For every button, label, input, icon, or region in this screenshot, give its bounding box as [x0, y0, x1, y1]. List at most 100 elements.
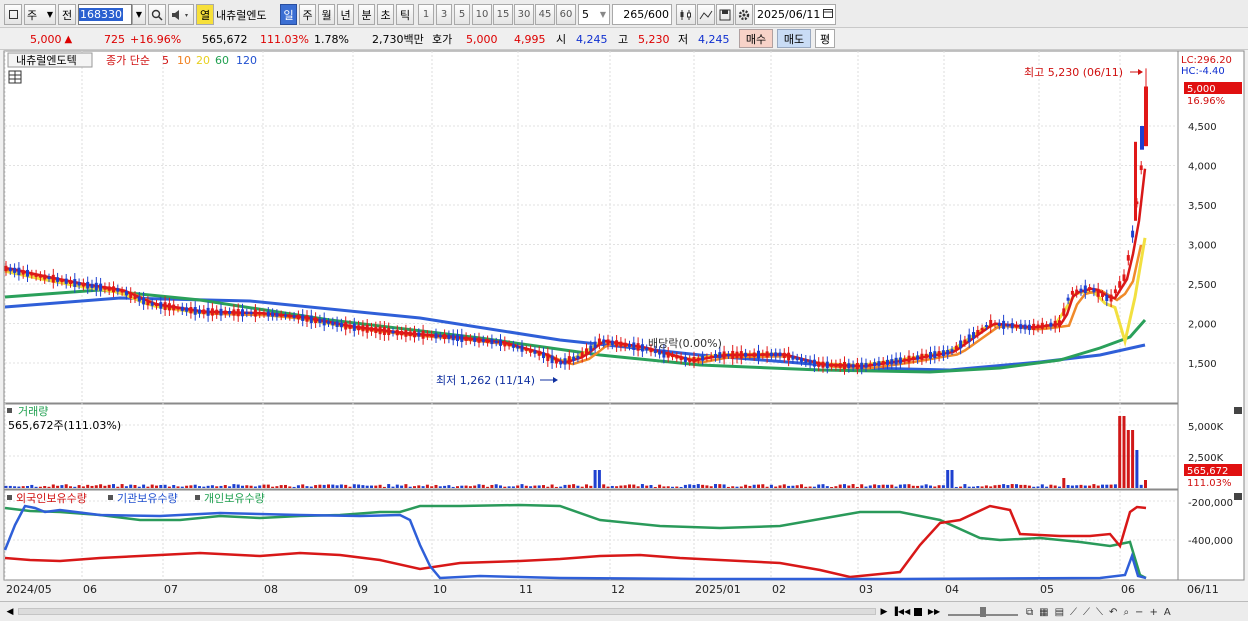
trendline-icon[interactable]	[697, 4, 715, 25]
zoom-slider[interactable]	[948, 604, 1018, 619]
volume-pane-close-icon[interactable]	[1234, 407, 1242, 414]
search-icon[interactable]	[148, 4, 166, 25]
scrollbar-track[interactable]	[18, 608, 876, 615]
magnify-icon[interactable]: ⌕	[1123, 607, 1129, 618]
open-label: 시	[556, 30, 566, 48]
period-tick-button[interactable]: 틱	[396, 4, 414, 25]
period-minute-button[interactable]: 분	[358, 4, 375, 25]
scroll-right-icon[interactable]: ▶	[877, 604, 891, 619]
volume-bar	[731, 486, 735, 488]
candle-type-icon[interactable]	[676, 4, 696, 25]
candle-body	[451, 334, 455, 341]
volume-bar	[34, 486, 38, 488]
candle-body	[284, 314, 287, 317]
volume-bar	[782, 484, 786, 488]
count-input[interactable]: 265/600	[612, 4, 672, 25]
volume-pane[interactable]	[3, 403, 1179, 490]
zoom-out-icon[interactable]: −	[1135, 607, 1143, 618]
candle-body	[800, 357, 803, 362]
candle-body	[563, 358, 567, 365]
candle-body	[1105, 294, 1109, 302]
candle-body	[954, 345, 958, 350]
interval-button-60[interactable]: 60	[556, 4, 576, 25]
buy-button[interactable]: 매수	[739, 29, 773, 48]
period-day-button[interactable]: 일	[280, 4, 297, 25]
candle-body	[524, 348, 528, 351]
candle-body	[305, 315, 309, 322]
interval-button-5[interactable]: 5	[454, 4, 470, 25]
text-tool-icon[interactable]: A	[1164, 607, 1171, 618]
sell-button[interactable]: 매도	[777, 29, 811, 48]
volume-bar	[1036, 486, 1040, 488]
grid-icon[interactable]: ▦	[1039, 607, 1048, 618]
fast-forward-icon[interactable]: ▶▶	[927, 604, 941, 619]
erase-icon[interactable]: ⟍	[1096, 607, 1103, 618]
candle-body	[395, 329, 399, 336]
save-icon[interactable]	[716, 4, 734, 25]
high-label: 고	[618, 30, 628, 48]
holding-pane-close-icon[interactable]	[1234, 493, 1242, 500]
volume-bar	[821, 484, 825, 488]
interval-button-3[interactable]: 3	[436, 4, 452, 25]
interval-button-1[interactable]: 1	[418, 4, 434, 25]
rewind-icon[interactable]: ▐◀◀	[892, 604, 910, 619]
holding-pane[interactable]	[3, 489, 1179, 581]
date-input[interactable]: 2025/06/11	[754, 4, 836, 25]
code-dropdown-icon[interactable]: ▼	[132, 4, 146, 25]
eval-button[interactable]: 평	[815, 29, 835, 48]
open-button[interactable]: 열	[196, 4, 214, 25]
candle-body	[94, 282, 98, 291]
volume-bar	[967, 486, 971, 488]
gear-icon[interactable]	[735, 4, 753, 25]
interval-select[interactable]: 5 ▼	[578, 4, 610, 25]
interval-button-10[interactable]: 10	[472, 4, 492, 25]
line-tool-icon[interactable]: ⟋	[1070, 607, 1077, 618]
interval-button-30[interactable]: 30	[514, 4, 534, 25]
candle-body	[382, 327, 386, 335]
volume-bar	[765, 486, 769, 488]
ma-label-120: 120	[236, 54, 257, 67]
scroll-left-icon[interactable]: ◀	[3, 604, 17, 619]
calendar-icon[interactable]	[823, 8, 833, 21]
candle-body	[387, 328, 391, 336]
candle-body	[107, 286, 111, 291]
candle-body	[279, 313, 283, 317]
chart-area[interactable]: 내츄럴엔도텍 종가 단순 5 10 20 60 120 최고 5,230 (06…	[0, 50, 1248, 602]
period-second-button[interactable]: 초	[377, 4, 394, 25]
market-select[interactable]: 주 ▼	[24, 4, 56, 25]
candle-body	[1134, 141, 1137, 221]
candle-body	[318, 318, 322, 324]
volume-bar	[774, 486, 778, 488]
candle-body	[327, 321, 330, 324]
interval-button-45[interactable]: 45	[535, 4, 555, 25]
prev-button[interactable]: 전	[58, 4, 76, 25]
candle-body	[1139, 165, 1143, 171]
volume-bar	[137, 486, 141, 488]
zoom-in-icon[interactable]: +	[1149, 607, 1157, 618]
candle-body	[86, 281, 90, 289]
volume-bar	[873, 484, 877, 488]
volume-bar	[305, 486, 309, 488]
window-menu-icon[interactable]	[4, 4, 22, 25]
period-month-button[interactable]: 월	[318, 4, 335, 25]
x-axis-label: 04	[945, 583, 959, 596]
copy-icon[interactable]: ⧉	[1026, 607, 1033, 618]
layout-icon[interactable]: ▤	[1055, 607, 1064, 618]
candle-body	[731, 350, 735, 359]
volume-bar	[245, 485, 249, 488]
period-week-button[interactable]: 주	[299, 4, 316, 25]
candle-body	[726, 353, 730, 356]
stop-icon[interactable]	[911, 604, 925, 619]
period-year-button[interactable]: 년	[337, 4, 354, 25]
candle-body	[950, 349, 954, 352]
sound-icon[interactable]	[168, 4, 194, 25]
candle-body	[486, 339, 490, 343]
candle-body	[1010, 322, 1014, 329]
interval-button-15[interactable]: 15	[493, 4, 513, 25]
stock-code-input[interactable]: 168330	[78, 4, 132, 25]
up-triangle-icon: ▲	[64, 33, 73, 45]
table-icon[interactable]	[8, 70, 22, 84]
ruler-icon[interactable]: ⟋	[1083, 607, 1090, 618]
candle-body	[619, 341, 623, 347]
undo-icon[interactable]: ↶	[1109, 607, 1117, 618]
